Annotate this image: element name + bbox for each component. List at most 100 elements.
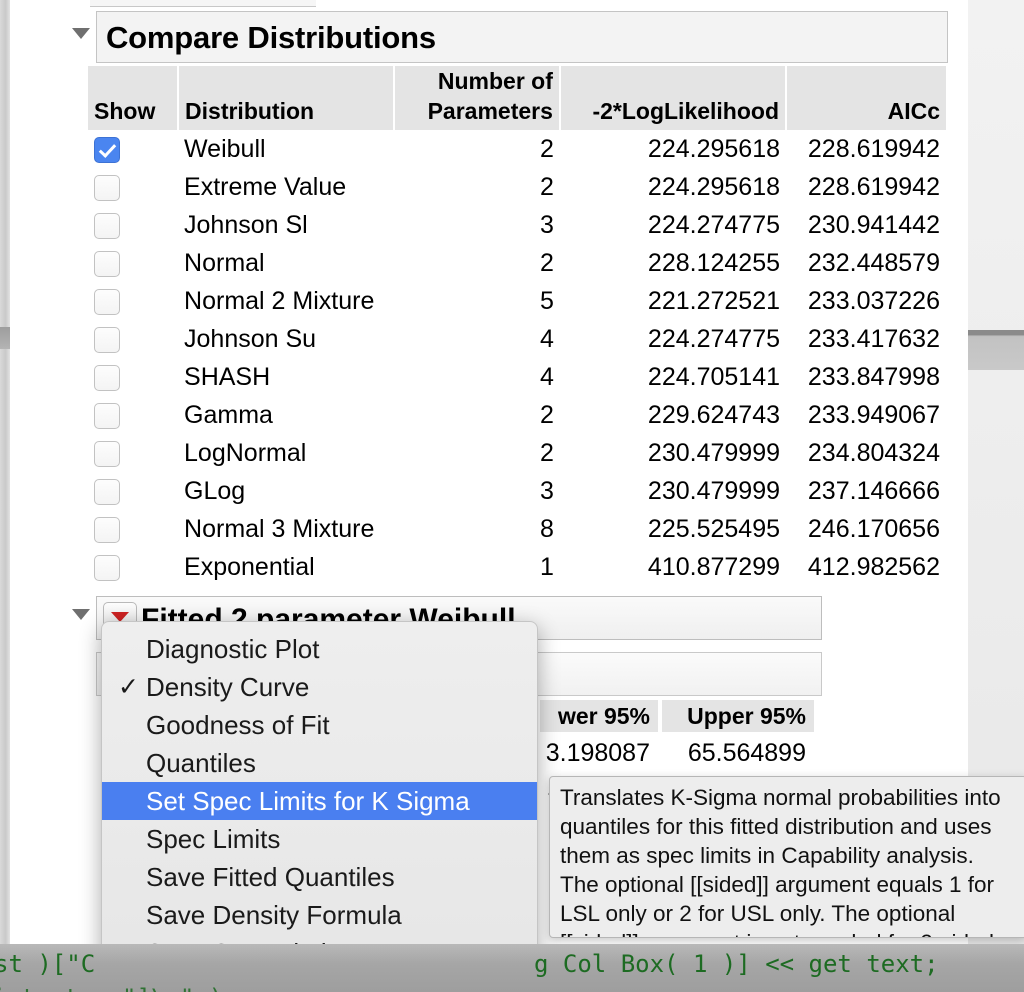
table-row: LogNormal2230.479999234.804324 [88, 434, 946, 472]
table-row: Normal 3 Mixture8225.525495246.170656 [88, 510, 946, 548]
row-aicc: 412.982562 [786, 548, 946, 586]
desktop-left-edge [0, 0, 10, 992]
table-row: SHASH4224.705141233.847998 [88, 358, 946, 396]
row-nparams: 2 [394, 168, 560, 206]
row-nparams: 3 [394, 206, 560, 244]
table-header-row: Show Distribution Number of Parameters -… [88, 66, 946, 130]
checkbox-unchecked-icon[interactable] [94, 403, 120, 429]
table-row: Johnson Sl3224.274775230.941442 [88, 206, 946, 244]
row-aicc: 237.146666 [786, 472, 946, 510]
row-show-cell[interactable] [88, 320, 178, 358]
menu-item-density-curve[interactable]: ✓Density Curve [102, 668, 537, 706]
param-value-upper95: 65.564899 [662, 736, 814, 770]
row-neg2ll: 224.295618 [560, 168, 786, 206]
row-show-cell[interactable] [88, 396, 178, 434]
param-column-header-upper95[interactable]: Upper 95% [662, 700, 814, 732]
background-window-band-line [968, 330, 1024, 335]
row-nparams: 4 [394, 320, 560, 358]
row-neg2ll: 230.479999 [560, 434, 786, 472]
row-show-cell[interactable] [88, 358, 178, 396]
checkbox-unchecked-icon[interactable] [94, 213, 120, 239]
column-header-distribution[interactable]: Distribution [178, 66, 394, 130]
menu-item-quantiles[interactable]: Quantiles [102, 744, 537, 782]
row-neg2ll: 410.877299 [560, 548, 786, 586]
menu-item-goodness-of-fit[interactable]: Goodness of Fit [102, 706, 537, 744]
menu-item-set-spec-limits-for-k-sigma[interactable]: Set Spec Limits for K Sigma [102, 782, 537, 820]
checkbox-unchecked-icon[interactable] [94, 251, 120, 277]
row-show-cell[interactable] [88, 548, 178, 586]
background-window-band [968, 330, 1024, 370]
fitted-weibull-disclosure-triangle-icon[interactable] [72, 609, 90, 620]
row-neg2ll: 228.124255 [560, 244, 786, 282]
script-editor-strip[interactable]: st )["C ist str "]\n" ); g Col Box( 1 )]… [0, 944, 1024, 992]
checkbox-unchecked-icon[interactable] [94, 555, 120, 581]
row-nparams: 2 [394, 396, 560, 434]
row-aicc: 233.847998 [786, 358, 946, 396]
row-neg2ll: 224.274775 [560, 206, 786, 244]
menu-item-label: Save Density Formula [146, 900, 402, 930]
row-aicc: 233.037226 [786, 282, 946, 320]
row-show-cell[interactable] [88, 206, 178, 244]
row-aicc: 232.448579 [786, 244, 946, 282]
compare-distributions-disclosure-triangle-icon[interactable] [72, 28, 90, 39]
row-show-cell[interactable] [88, 168, 178, 206]
row-nparams: 2 [394, 130, 560, 168]
compare-distributions-title-bar[interactable]: Compare Distributions [96, 11, 948, 63]
row-nparams: 2 [394, 434, 560, 472]
row-distribution: Gamma [178, 396, 394, 434]
code-fragment-right: g Col Box( 1 )] << get text; [534, 950, 939, 978]
param-column-header-lower95[interactable]: wer 95% [540, 700, 658, 732]
row-distribution: Normal [178, 244, 394, 282]
row-neg2ll: 224.295618 [560, 130, 786, 168]
table-row: Gamma2229.624743233.949067 [88, 396, 946, 434]
row-neg2ll: 229.624743 [560, 396, 786, 434]
table-row: Weibull2224.295618228.619942 [88, 130, 946, 168]
column-header-neg2-loglikelihood[interactable]: -2*LogLikelihood [560, 66, 786, 130]
column-header-aicc[interactable]: AICc [786, 66, 946, 130]
code-fragment-left-second-line: ist str "]\n" ); [0, 984, 238, 992]
checkbox-unchecked-icon[interactable] [94, 365, 120, 391]
menu-item-label: Save Fitted Quantiles [146, 862, 395, 892]
checkbox-unchecked-icon[interactable] [94, 327, 120, 353]
checkbox-checked-icon[interactable] [94, 137, 120, 163]
checkbox-unchecked-icon[interactable] [94, 441, 120, 467]
compare-distributions-title: Compare Distributions [97, 12, 947, 64]
checkbox-unchecked-icon[interactable] [94, 517, 120, 543]
desktop-left-band [0, 327, 10, 349]
row-neg2ll: 221.272521 [560, 282, 786, 320]
table-row: GLog3230.479999237.146666 [88, 472, 946, 510]
menu-item-save-fitted-quantiles[interactable]: Save Fitted Quantiles [102, 858, 537, 896]
row-show-cell[interactable] [88, 472, 178, 510]
row-nparams: 2 [394, 244, 560, 282]
row-neg2ll: 224.705141 [560, 358, 786, 396]
checkbox-unchecked-icon[interactable] [94, 175, 120, 201]
menu-item-label: Set Spec Limits for K Sigma [146, 786, 470, 816]
fitted-weibull-context-menu[interactable]: Diagnostic Plot✓Density CurveGoodness of… [101, 621, 538, 983]
column-header-number-of-parameters[interactable]: Number of Parameters [394, 66, 560, 130]
table-row: Exponential1410.877299412.982562 [88, 548, 946, 586]
menu-item-save-density-formula[interactable]: Save Density Formula [102, 896, 537, 934]
row-show-cell[interactable] [88, 244, 178, 282]
row-distribution: Johnson Su [178, 320, 394, 358]
table-row: Normal2228.124255232.448579 [88, 244, 946, 282]
column-header-show[interactable]: Show [88, 66, 178, 130]
menu-item-diagnostic-plot[interactable]: Diagnostic Plot [102, 630, 537, 668]
checkbox-unchecked-icon[interactable] [94, 289, 120, 315]
menu-item-spec-limits[interactable]: Spec Limits [102, 820, 537, 858]
menu-item-check-icon: ✓ [118, 668, 139, 706]
row-show-cell[interactable] [88, 510, 178, 548]
row-show-cell[interactable] [88, 282, 178, 320]
row-nparams: 1 [394, 548, 560, 586]
checkbox-unchecked-icon[interactable] [94, 479, 120, 505]
table-row: Johnson Su4224.274775233.417632 [88, 320, 946, 358]
row-nparams: 4 [394, 358, 560, 396]
param-value-lower95: 3.198087 [540, 736, 658, 770]
menu-item-label: Density Curve [146, 672, 309, 702]
row-aicc: 246.170656 [786, 510, 946, 548]
row-aicc: 230.941442 [786, 206, 946, 244]
table-row: Extreme Value2224.295618228.619942 [88, 168, 946, 206]
row-distribution: Normal 2 Mixture [178, 282, 394, 320]
row-distribution: GLog [178, 472, 394, 510]
row-show-cell[interactable] [88, 130, 178, 168]
row-show-cell[interactable] [88, 434, 178, 472]
